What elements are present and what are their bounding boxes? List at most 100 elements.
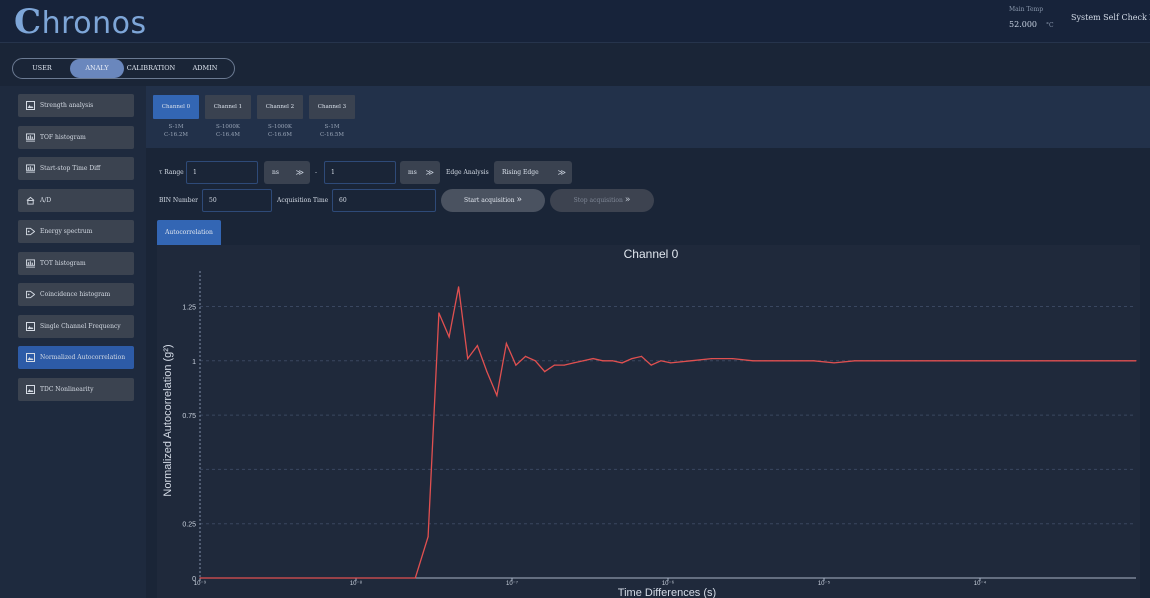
sidebar-item-tdc-nonlinearity[interactable]: TDC Nonlinearity — [18, 377, 134, 401]
bin-number-input[interactable]: 50 — [202, 189, 272, 212]
tau-max-unit-value: ms — [408, 169, 417, 176]
channel-0-button[interactable]: Channel 0 — [153, 95, 199, 119]
data-point — [1076, 360, 1078, 362]
channel-2-button[interactable]: Channel 2 — [257, 95, 303, 119]
data-point — [438, 312, 440, 314]
image-icon — [26, 384, 35, 394]
y-tick-label: 1 — [192, 359, 196, 366]
acquisition-time-input[interactable]: 60 — [332, 189, 436, 212]
chevron-down-icon: ≫ — [557, 168, 566, 177]
tab-user[interactable]: USER — [17, 59, 67, 78]
histogram-icon — [26, 132, 35, 142]
channel-1-button[interactable]: Channel 1 — [205, 95, 251, 119]
mode-nav-bar: USER ANALY CALIBRATION ADMIN — [0, 42, 1150, 86]
logo-text: hronos — [41, 6, 147, 41]
sidebar-item-energy-spectrum[interactable]: Energy spectrum — [18, 220, 134, 243]
sidebar-item-a-d[interactable]: A/D — [18, 188, 134, 212]
data-point — [1015, 360, 1017, 362]
data-point — [467, 358, 469, 360]
tab-autocorrelation[interactable]: Autocorrelation — [157, 220, 221, 245]
data-point — [582, 360, 584, 362]
sidebar-item-label: Start-stop Time Diff — [40, 165, 101, 172]
sidebar-item-single-channel-frequency[interactable]: Single Channel Frequency — [18, 314, 134, 338]
data-point — [1117, 360, 1119, 362]
data-point — [515, 364, 517, 366]
sidebar-item-normalized-autocorrelation[interactable]: Normalized Autocorrelation — [18, 346, 134, 369]
data-point — [544, 371, 546, 373]
chart-title: Channel 0 — [624, 247, 679, 261]
start-acquisition-button[interactable]: Start acquisition » — [441, 189, 545, 212]
edge-analysis-select[interactable]: Rising Edge ≫ — [494, 161, 572, 184]
chevron-right-icon: » — [516, 195, 523, 205]
channel-0-counts: C-16.2M — [164, 132, 188, 138]
x-tick-label: 10⁻⁶ — [662, 580, 675, 587]
tag-icon — [26, 290, 35, 299]
data-point — [631, 358, 633, 360]
data-point — [486, 371, 488, 373]
sidebar-item-coincidence-histogram[interactable]: Coincidence histogram — [18, 283, 134, 306]
system-self-check-button[interactable]: System Self Check X — [1071, 13, 1150, 22]
tau-max-input[interactable]: 1 — [324, 161, 396, 184]
channel-strip: Channel 0 S-1M C-16.2M Channel 1 S-1000K C-16… — [146, 86, 1150, 148]
tau-max-unit-select[interactable]: ms ≫ — [400, 161, 440, 184]
chevron-down-icon: ≫ — [295, 168, 304, 177]
channel-2-singles: S-1000K — [268, 124, 292, 130]
stop-acquisition-button[interactable]: Stop acquisition » — [550, 189, 654, 212]
data-point — [534, 360, 536, 362]
data-point — [935, 360, 937, 362]
main-temp-unit: °C — [1046, 22, 1054, 29]
sidebar-item-label: Normalized Autocorrelation — [40, 354, 126, 361]
sidebar-item-start-stop-time-diff[interactable]: Start-stop Time Diff — [18, 157, 134, 180]
channel-0-singles: S-1M — [168, 124, 184, 130]
data-point — [660, 360, 662, 362]
tab-calibration[interactable]: CALIBRATION — [125, 59, 177, 78]
sidebar-item-tot-histogram[interactable]: TOT histogram — [18, 251, 134, 275]
channel-3-button[interactable]: Channel 3 — [309, 95, 355, 119]
chevron-down-icon: ≫ — [425, 168, 434, 177]
tab-analy[interactable]: ANALY — [70, 59, 124, 78]
tau-min-unit-select[interactable]: ns ≫ — [264, 161, 310, 184]
data-point — [670, 362, 672, 364]
data-point — [199, 577, 201, 579]
data-point — [996, 360, 998, 362]
data-point — [476, 345, 478, 347]
x-tick-label: 10⁻⁹ — [194, 580, 207, 587]
tab-admin[interactable]: ADMIN — [179, 59, 231, 78]
sidebar-item-label: Strength analysis — [40, 102, 94, 109]
stop-acquisition-label: Stop acquisition — [573, 197, 623, 204]
data-point — [854, 360, 856, 362]
y-tick-label: 0.75 — [182, 413, 196, 420]
chevron-right-icon: » — [624, 195, 631, 205]
x-tick-label: 10⁻⁷ — [506, 580, 518, 587]
sidebar-item-strength-analysis[interactable]: Strength analysis — [18, 94, 134, 117]
channel-1-stats: S-1000K C-16.4M — [205, 123, 251, 139]
y-axis-label: Normalized Autocorrelation (g²) — [162, 344, 174, 496]
image-icon — [26, 321, 35, 331]
chart-container: Channel 0 0 0.25 0.75 1 1.25 10⁻⁹ 10⁻⁸ 10⁻⁷ 10⁻⁶ 1… — [157, 245, 1140, 598]
image-icon — [26, 101, 35, 110]
y-tick-label: 0.25 — [182, 522, 196, 529]
main-panel: Channel 0 S-1M C-16.2M Channel 1 S-1000K C-16… — [146, 86, 1150, 598]
histogram-icon — [26, 164, 35, 173]
data-point — [650, 364, 652, 366]
channel-1-singles: S-1000K — [216, 124, 240, 130]
acquisition-time-label: Acquisition Time — [277, 197, 329, 204]
tau-range-label: τ Range — [159, 169, 184, 176]
channel-3-stats: S-1M C-16.5M — [309, 123, 355, 139]
sidebar-item-tof-histogram[interactable]: TOF histogram — [18, 125, 134, 149]
x-tick-label: 10⁻⁸ — [350, 580, 363, 587]
data-point — [833, 362, 835, 364]
data-point — [975, 360, 978, 362]
data-point — [553, 364, 555, 366]
data-point — [621, 362, 623, 364]
data-point — [414, 577, 416, 579]
channel-1-counts: C-16.4M — [216, 132, 240, 138]
autocorrelation-chart: Channel 000.250.7511.2510⁻⁹ 10⁻⁸ 10⁻⁷ 10⁻⁶ 1… — [162, 247, 1137, 598]
data-point — [793, 360, 795, 362]
data-point — [1135, 360, 1137, 362]
tau-min-input[interactable]: 1 — [186, 161, 258, 184]
sidebar-item-label: TOT histogram — [40, 259, 86, 267]
x-tick-label: 10⁻⁵ — [818, 580, 831, 587]
channel-0-stats: S-1M C-16.2M — [153, 123, 199, 139]
sidebar: Strength analysis TOF histogram Start-stop… — [0, 86, 146, 598]
